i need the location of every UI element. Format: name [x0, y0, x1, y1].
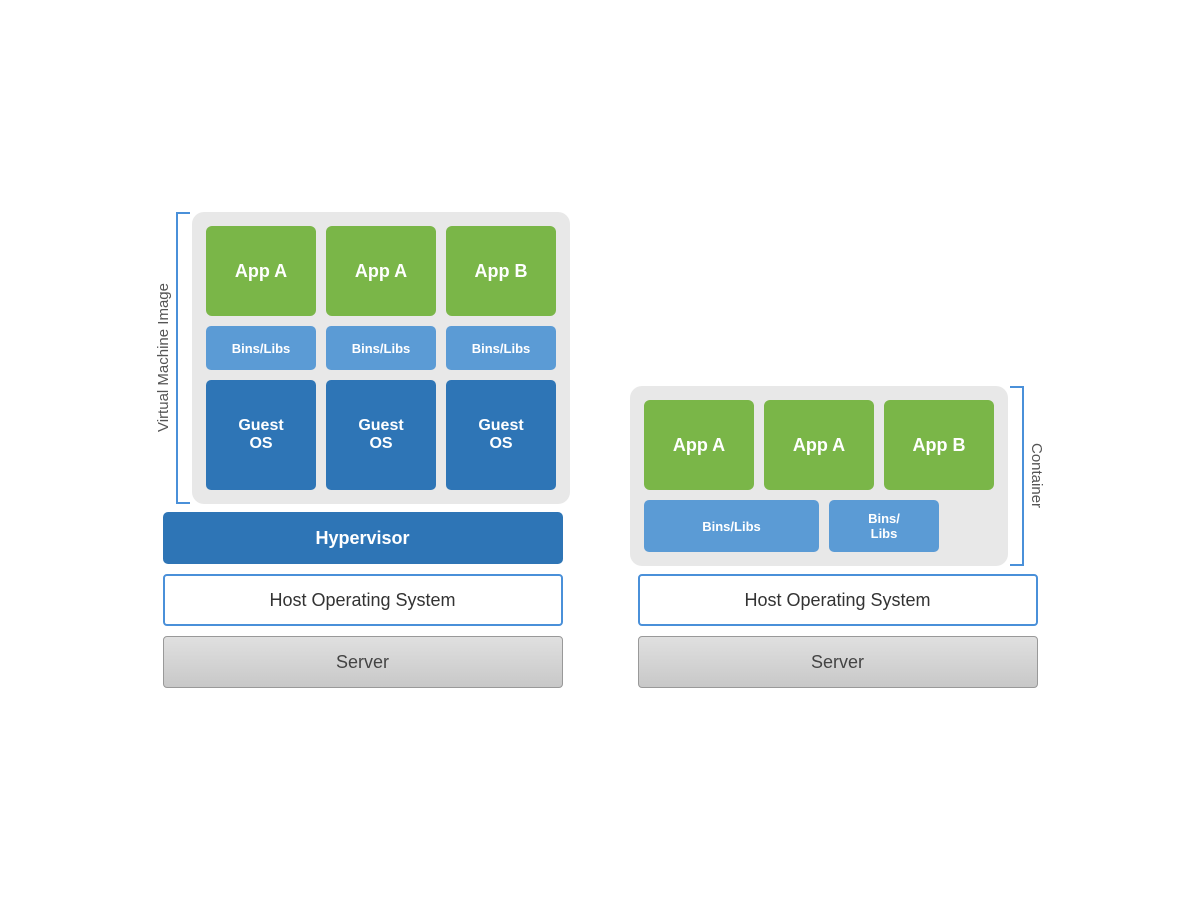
- app-row: App A App A App B: [206, 226, 556, 316]
- bracket-line-r: [1010, 386, 1024, 566]
- bracket-line: [176, 212, 190, 504]
- app-a-1: App A: [206, 226, 316, 316]
- bins-wide: Bins/Libs: [644, 500, 819, 552]
- bins-1: Bins/Libs: [206, 326, 316, 370]
- container-diagram: App A App A App B Bins/Libs Bins/Libs Co…: [630, 386, 1045, 688]
- host-os-box-right: Host Operating System: [638, 574, 1038, 626]
- vm-diagram: Virtual Machine Image App A App A App B …: [155, 212, 570, 688]
- app-a-r2: App A: [764, 400, 874, 490]
- vm-image-label: Virtual Machine Image: [155, 212, 172, 504]
- app-a-r1: App A: [644, 400, 754, 490]
- guest-os-row: GuestOS GuestOS GuestOS: [206, 380, 556, 490]
- vm-bracket-left: [176, 212, 190, 504]
- guest-os-1: GuestOS: [206, 380, 316, 490]
- server-box-left: Server: [163, 636, 563, 688]
- app-b-1: App B: [446, 226, 556, 316]
- bins-3: Bins/Libs: [446, 326, 556, 370]
- vm-image-box: App A App A App B Bins/Libs Bins/Libs Bi…: [192, 212, 570, 504]
- vm-image-section: Virtual Machine Image App A App A App B …: [155, 212, 570, 504]
- server-box-right: Server: [638, 636, 1038, 688]
- container-label: Container: [1028, 386, 1045, 566]
- app-b-r1: App B: [884, 400, 994, 490]
- bins-row-r: Bins/Libs Bins/Libs: [644, 500, 994, 552]
- hypervisor-box: Hypervisor: [163, 512, 563, 564]
- guest-os-3: GuestOS: [446, 380, 556, 490]
- container-bracket-right: [1010, 386, 1024, 566]
- app-a-2: App A: [326, 226, 436, 316]
- bins-row: Bins/Libs Bins/Libs Bins/Libs: [206, 326, 556, 370]
- guest-os-2: GuestOS: [326, 380, 436, 490]
- bins-small: Bins/Libs: [829, 500, 939, 552]
- host-os-box-left: Host Operating System: [163, 574, 563, 626]
- bins-2: Bins/Libs: [326, 326, 436, 370]
- container-section: App A App A App B Bins/Libs Bins/Libs Co…: [630, 386, 1045, 566]
- app-row-r: App A App A App B: [644, 400, 994, 490]
- container-box: App A App A App B Bins/Libs Bins/Libs: [630, 386, 1008, 566]
- diagram-wrapper: Virtual Machine Image App A App A App B …: [115, 172, 1085, 728]
